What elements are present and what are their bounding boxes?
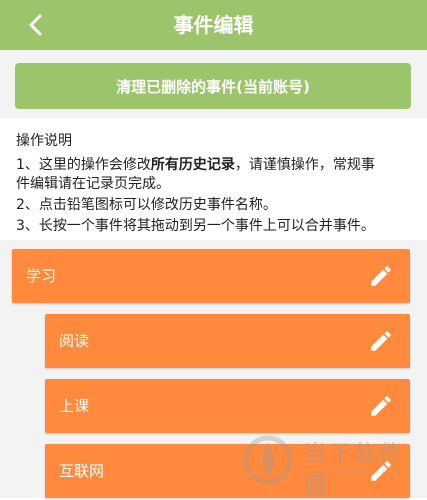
pencil-icon[interactable] [368, 393, 394, 419]
event-label: 上课 [59, 397, 90, 415]
pencil-icon[interactable] [368, 263, 394, 289]
event-item-reading[interactable]: 阅读 [45, 314, 410, 368]
page-title: 事件编辑 [173, 13, 254, 37]
instruction-line-3: 3、长按一个事件将其拖动到另一个事件上可以合并事件。 [16, 218, 375, 234]
event-item-class[interactable]: 上课 [45, 379, 410, 433]
instruction-line-1-prefix: 1、这里的操作会修改 [16, 157, 151, 173]
instruction-line-2: 2、点击铅笔图标可以修改历史事件名称。 [16, 197, 277, 213]
instruction-line-1-suffix: ，请谨慎操作，常规事 [234, 157, 375, 173]
instructions-panel: 操作说明 1、这里的操作会修改所有历史记录，请谨慎操作，常规事 件编辑请在记录页… [0, 118, 427, 240]
instruction-line-1: 1、这里的操作会修改所有历史记录，请谨慎操作，常规事 [16, 156, 416, 174]
event-label: 互联网 [59, 462, 105, 480]
event-label: 阅读 [59, 332, 90, 350]
instructions-title: 操作说明 [16, 133, 72, 149]
watermark: 当下软件园 www.downxia.com [240, 432, 420, 499]
instruction-line-1-continued: 件编辑请在记录页完成。 [16, 176, 170, 192]
instruction-line-1-bold: 所有历史记录 [150, 157, 235, 173]
top-app-bar: 事件编辑 [0, 0, 427, 50]
watermark-logo-icon [243, 435, 293, 485]
watermark-url: www.downxia.com [310, 466, 404, 477]
clear-deleted-events-button[interactable]: 清理已删除的事件(当前账号) [15, 63, 411, 109]
event-label: 学习 [26, 267, 57, 285]
event-item-study[interactable]: 学习 [12, 249, 410, 303]
pencil-icon[interactable] [368, 328, 394, 354]
